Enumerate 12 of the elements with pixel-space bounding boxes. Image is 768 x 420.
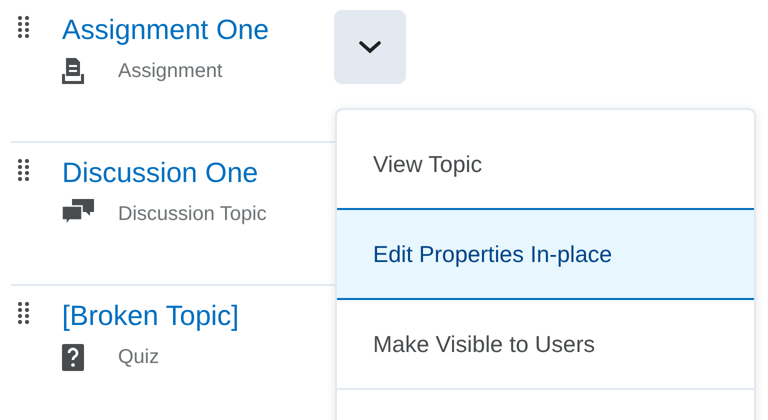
topic-type-label: Quiz <box>118 345 160 370</box>
menu-item[interactable]: Edit Properties In-place <box>337 208 754 300</box>
topic-title-link[interactable]: Discussion One <box>62 155 267 191</box>
menu-toggle-button[interactable] <box>334 10 406 84</box>
menu-item[interactable]: Make Visible to Users <box>337 298 754 390</box>
topic-title-link[interactable]: Assignment One <box>62 12 269 48</box>
chevron-down-icon <box>358 40 382 54</box>
document-tray-icon <box>62 58 84 84</box>
topic-title-link[interactable]: [Broken Topic] <box>62 298 239 334</box>
topic-type-label: Assignment <box>118 59 222 84</box>
topic-type-label: Discussion Topic <box>118 202 267 227</box>
question-mark-icon <box>62 344 84 370</box>
